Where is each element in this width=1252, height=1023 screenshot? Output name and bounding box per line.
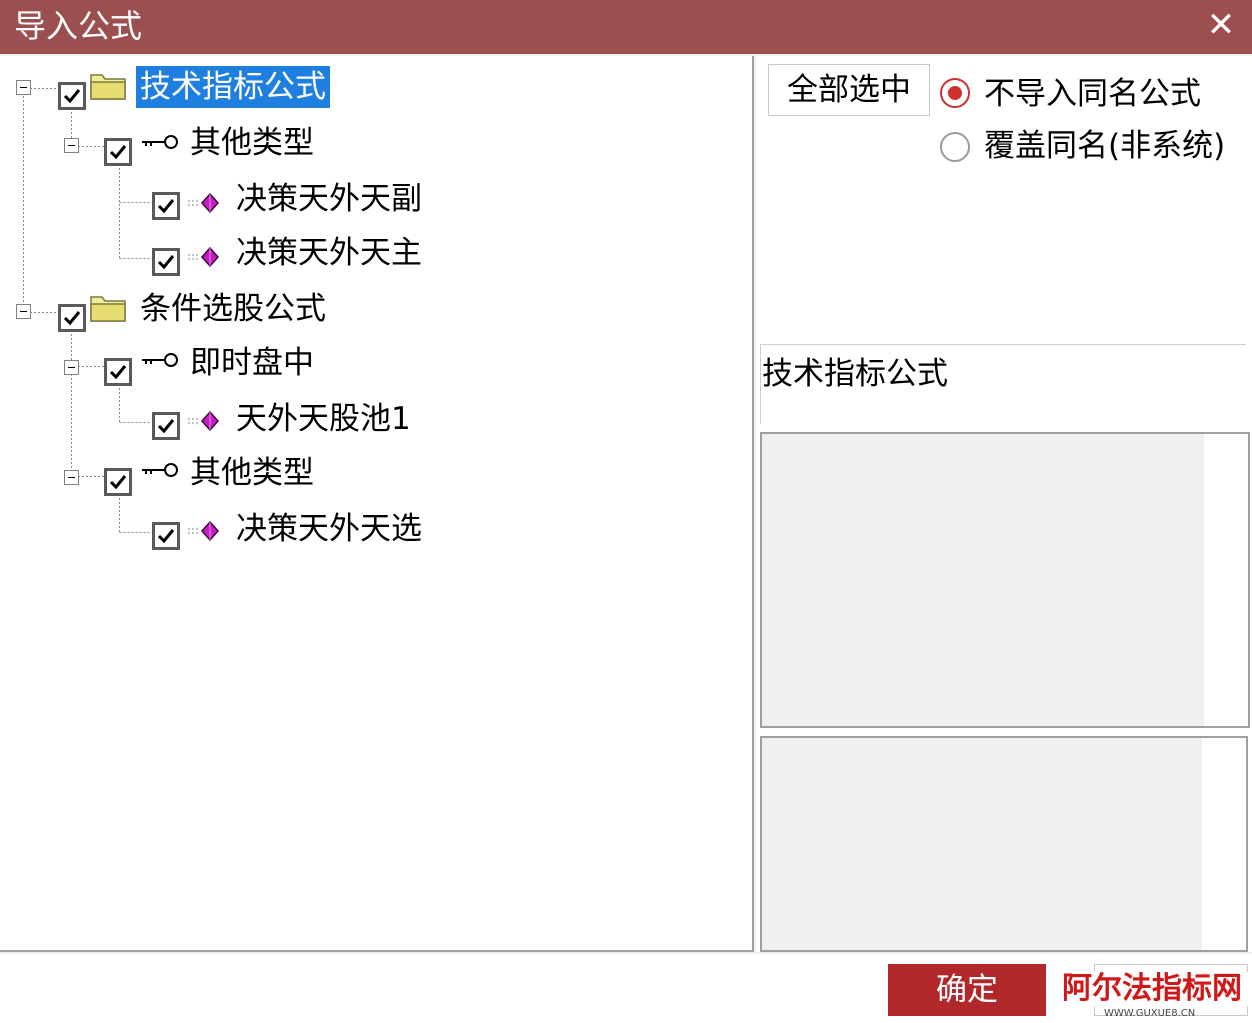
collapse-toggle-icon[interactable] [64, 470, 79, 485]
collapse-toggle-icon[interactable] [16, 80, 31, 95]
ok-button[interactable]: 确定 [888, 964, 1046, 1016]
folder-icon [90, 296, 126, 322]
watermark-logo: 阿尔法指标网 [1062, 971, 1242, 1006]
tree-node-label[interactable]: 技术指标公式 [136, 66, 330, 108]
tree-checkbox[interactable] [104, 138, 132, 166]
tree-node-label[interactable]: 其他类型 [190, 122, 314, 164]
formula-name-text: 技术指标公式 [762, 356, 948, 392]
tree-checkbox[interactable] [58, 304, 86, 332]
tree-node-label[interactable]: 决策天外天主 [236, 232, 422, 274]
formula-gem-icon [188, 246, 220, 268]
formula-gem-icon [188, 410, 220, 432]
tree-node-label[interactable]: 条件选股公式 [140, 288, 326, 330]
formula-gem-icon [188, 192, 220, 214]
collapse-toggle-icon[interactable] [64, 138, 79, 153]
tree-checkbox[interactable] [152, 522, 180, 550]
tree-checkbox[interactable] [104, 358, 132, 386]
tree-checkbox[interactable] [58, 82, 86, 110]
formula-params-box[interactable] [760, 736, 1248, 952]
window-title: 导入公式 [14, 7, 143, 45]
tree-node-label[interactable]: 决策天外天副 [236, 178, 422, 220]
tree-node-label[interactable]: 即时盘中 [190, 342, 314, 384]
collapse-toggle-icon[interactable] [64, 360, 79, 375]
key-icon [142, 353, 178, 367]
tree-node-label[interactable]: 决策天外天选 [236, 508, 422, 550]
tree-checkbox[interactable] [152, 248, 180, 276]
tree-checkbox[interactable] [152, 192, 180, 220]
formula-description-box[interactable] [760, 432, 1250, 728]
title-bar[interactable]: 导入公式 ✕ [0, 0, 1252, 54]
tree-checkbox[interactable] [104, 468, 132, 496]
description-scrollbar[interactable] [1204, 434, 1248, 726]
tree-checkbox[interactable] [152, 412, 180, 440]
params-scrollbar[interactable] [1202, 738, 1246, 950]
key-icon [142, 135, 178, 149]
radio-overwrite-label[interactable]: 覆盖同名(非系统) [984, 126, 1225, 166]
radio-no-import-label[interactable]: 不导入同名公式 [984, 74, 1201, 114]
folder-icon [90, 74, 126, 100]
select-all-button[interactable]: 全部选中 [768, 64, 930, 116]
tree-node-label[interactable]: 天外天股池1 [236, 398, 411, 440]
collapse-toggle-icon[interactable] [16, 304, 31, 319]
key-icon [142, 463, 178, 477]
tree-node-label[interactable]: 其他类型 [190, 452, 314, 494]
close-icon[interactable]: ✕ [1200, 4, 1242, 46]
watermark-url: WWW.GUXUE8.CN [1104, 1008, 1196, 1019]
formula-gem-icon [188, 520, 220, 542]
radio-no-import[interactable] [940, 78, 970, 108]
radio-overwrite[interactable] [940, 132, 970, 162]
